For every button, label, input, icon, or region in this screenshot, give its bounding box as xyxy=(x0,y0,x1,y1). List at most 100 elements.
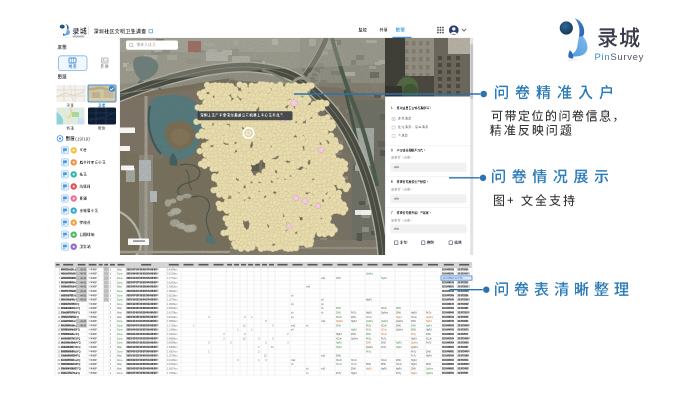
svg-text:HgFd: HgFd xyxy=(426,325,432,327)
svg-text:113.942290: 113.942290 xyxy=(442,355,455,358)
svg-text:PuTy: PuTy xyxy=(366,338,372,340)
svg-text:4.43P: 4.43P xyxy=(91,291,97,293)
svg-text:44.42: 44.42 xyxy=(80,300,86,302)
svg-text:4.43P: 4.43P xyxy=(91,347,97,349)
svg-text:2021-12-22 10:40:31+08:00: 2021-12-22 10:40:31+08:00 xyxy=(127,355,158,358)
svg-text:0.1853km: 0.1853km xyxy=(167,281,178,284)
svg-text:XCvb: XCvb xyxy=(336,364,342,366)
svg-text:PinSurvey: PinSurvey xyxy=(595,52,645,63)
svg-text:4.43P: 4.43P xyxy=(91,295,97,297)
svg-text:PuTy: PuTy xyxy=(411,351,417,353)
svg-text:113.949802: 113.949802 xyxy=(442,368,455,371)
svg-text:1.6567km: 1.6567km xyxy=(167,350,178,353)
svg-text:113.945013: 113.945013 xyxy=(442,316,455,319)
svg-text:4.43P: 4.43P xyxy=(91,334,97,336)
svg-text:Wait: Wait xyxy=(117,286,122,289)
svg-text:2021-09-13 10:20:51+08:00: 2021-09-13 10:20:51+08:00 xyxy=(127,359,158,362)
svg-text:(19/19): (19/19) xyxy=(75,137,90,142)
svg-text:ZhW: ZhW xyxy=(396,360,402,362)
svg-text:ZhW: ZhW xyxy=(366,334,372,336)
svg-text:ZhW: ZhW xyxy=(426,351,432,353)
svg-text:eee3a2e17e23FQ: eee3a2e17e23FQ xyxy=(61,337,80,340)
svg-text:44.42: 44.42 xyxy=(80,274,86,276)
svg-text:Done: Done xyxy=(117,299,123,302)
svg-text:ZhW: ZhW xyxy=(411,330,417,332)
svg-text:22.572417: 22.572417 xyxy=(458,273,470,276)
svg-text:2021-06-05 10:23:55+08:00: 2021-06-05 10:23:55+08:00 xyxy=(127,273,158,276)
svg-text:0.9216km: 0.9216km xyxy=(167,294,178,297)
svg-text:22.572445: 22.572445 xyxy=(458,350,470,353)
svg-text:QwNm: QwNm xyxy=(381,313,388,315)
svg-text:PuTy: PuTy xyxy=(396,373,402,375)
svg-text:22.572680: 22.572680 xyxy=(458,343,470,345)
svg-text:XCvb: XCvb xyxy=(366,317,372,319)
svg-text:21ea3671f7b0FQ: 21ea3671f7b0FQ xyxy=(61,312,80,315)
svg-text:HgFd: HgFd xyxy=(336,334,342,336)
svg-text:2021-12-03 10:15:24+08:00: 2021-12-03 10:15:24+08:00 xyxy=(127,346,158,349)
svg-text:2021-11-14 10:15:54+08:00: 2021-11-14 10:15:54+08:00 xyxy=(127,320,158,323)
svg-text:PuTy: PuTy xyxy=(336,373,342,375)
svg-text:44.42: 44.42 xyxy=(80,287,86,289)
svg-text:22.572288: 22.572288 xyxy=(458,295,470,297)
svg-text:Done: Done xyxy=(117,303,123,306)
svg-text:XCvb: XCvb xyxy=(336,317,342,319)
svg-text:PuTy: PuTy xyxy=(366,325,372,327)
svg-text:1.6067km: 1.6067km xyxy=(167,368,178,371)
svg-text:Done: Done xyxy=(117,320,123,323)
svg-text:0.0762km: 0.0762km xyxy=(167,363,178,366)
svg-text:22.572313: 22.572313 xyxy=(458,313,470,315)
svg-text:113.945710: 113.945710 xyxy=(442,290,455,293)
svg-text:4.43P: 4.43P xyxy=(91,343,97,345)
svg-text:ZhW: ZhW xyxy=(351,317,357,319)
svg-text:Done: Done xyxy=(117,337,123,340)
svg-text:HgFd: HgFd xyxy=(381,369,387,371)
svg-text:Wait: Wait xyxy=(117,312,122,315)
svg-text:Done: Done xyxy=(117,372,123,375)
svg-text:4.43P: 4.43P xyxy=(91,287,97,289)
svg-text:ZhW: ZhW xyxy=(396,308,402,310)
svg-text:ZhW: ZhW xyxy=(396,325,402,327)
svg-text:mk2: mk2 xyxy=(321,321,326,323)
svg-text:HgFd: HgFd xyxy=(366,369,372,371)
svg-text:22.572651: 22.572651 xyxy=(458,317,470,319)
svg-text:HgFd: HgFd xyxy=(411,373,417,375)
svg-text:44.42: 44.42 xyxy=(80,269,86,271)
svg-text:Wait: Wait xyxy=(117,307,122,310)
svg-text:1.9101km: 1.9101km xyxy=(167,333,178,336)
svg-text:HgFd: HgFd xyxy=(381,278,387,280)
svg-text:2021-05-14 10:28:36+08:00: 2021-05-14 10:28:36+08:00 xyxy=(127,286,158,289)
svg-text:mk2: mk2 xyxy=(321,356,326,358)
svg-text:2021-07-24 10:49:47+08:00: 2021-07-24 10:49:47+08:00 xyxy=(127,268,158,271)
svg-text:XCvb: XCvb xyxy=(426,338,432,340)
svg-text:113.941566: 113.941566 xyxy=(442,307,455,310)
svg-text:13a8dfb06354FQ: 13a8dfb06354FQ xyxy=(61,355,80,358)
svg-text:113.943852: 113.943852 xyxy=(442,363,455,366)
svg-text:QwNm: QwNm xyxy=(396,330,403,332)
svg-text:2021-04-14 10:52:52+08:00: 2021-04-14 10:52:52+08:00 xyxy=(127,324,158,327)
svg-text:HgFd: HgFd xyxy=(396,347,402,349)
svg-text:2021-07-06 10:52:33+08:00: 2021-07-06 10:52:33+08:00 xyxy=(127,372,158,375)
svg-text:1.7565km: 1.7565km xyxy=(167,372,178,375)
svg-text:822f83e04e15FQ: 822f83e04e15FQ xyxy=(61,329,80,332)
svg-text:Done: Done xyxy=(117,290,123,293)
svg-text:HgFd: HgFd xyxy=(411,364,417,366)
svg-text:Done: Done xyxy=(117,350,123,353)
svg-text:22.572485: 22.572485 xyxy=(458,307,470,310)
svg-text:113.941534: 113.941534 xyxy=(442,337,455,340)
svg-text:QwNm: QwNm xyxy=(426,369,433,371)
svg-text:113.95822 22.578: 113.95822 22.578 xyxy=(443,277,464,280)
svg-text:QwNm: QwNm xyxy=(411,347,418,349)
svg-text:4.43P: 4.43P xyxy=(91,278,97,280)
svg-text:ZhW: ZhW xyxy=(426,334,432,336)
svg-text:44.42: 44.42 xyxy=(80,282,86,284)
svg-text:2021-03-25 10:38:33+08:00: 2021-03-25 10:38:33+08:00 xyxy=(127,307,158,310)
svg-text:113.943050: 113.943050 xyxy=(442,372,455,375)
svg-text:HgFd: HgFd xyxy=(351,321,357,323)
svg-text:ZhW: ZhW xyxy=(411,321,417,323)
svg-text:1.4771km: 1.4771km xyxy=(167,277,178,280)
svg-text:1.2670km: 1.2670km xyxy=(167,299,178,302)
svg-text:4.43P: 4.43P xyxy=(91,282,97,284)
svg-text:QwNm: QwNm xyxy=(411,343,418,345)
svg-text:2021-10-22 10:44:27+08:00: 2021-10-22 10:44:27+08:00 xyxy=(127,299,158,302)
svg-text:Done: Done xyxy=(117,342,123,345)
